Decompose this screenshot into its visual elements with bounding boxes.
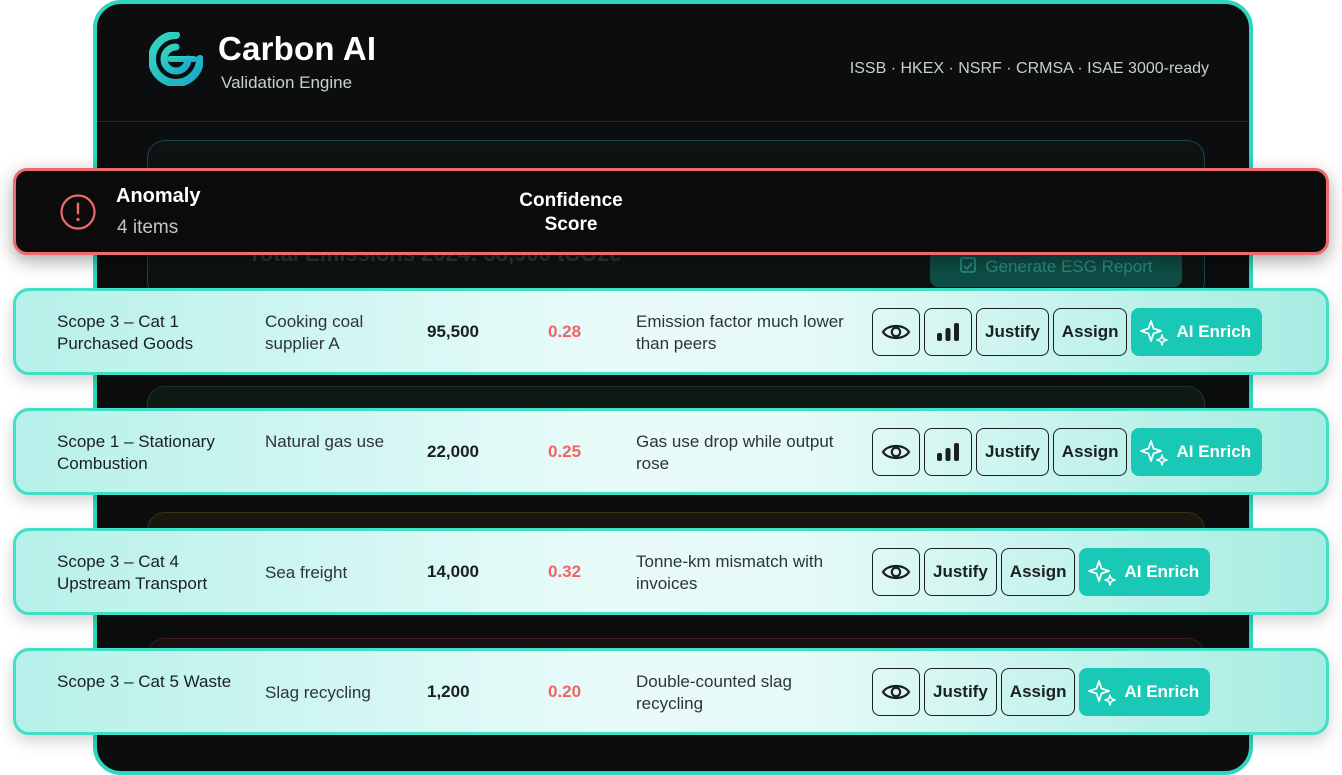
- chart-button[interactable]: [924, 308, 972, 356]
- reason-cell: Emission factor much lower than peers: [636, 312, 844, 353]
- view-button[interactable]: [872, 428, 920, 476]
- reason-cell: Double-counted slag recycling: [636, 672, 792, 713]
- view-button[interactable]: [872, 548, 920, 596]
- scope-cell: Scope 3 – Cat 4 Upstream Transport: [57, 552, 208, 593]
- description-cell: Sea freight: [265, 563, 348, 582]
- confidence-score-cell: 0.32: [548, 562, 582, 581]
- chart-button[interactable]: [924, 428, 972, 476]
- reason-cell: Gas use drop while output rose: [636, 432, 834, 473]
- value-cell: 95,500: [427, 322, 479, 341]
- app-title: Carbon AI: [218, 30, 377, 67]
- anomaly-count: 4 items: [117, 217, 179, 238]
- value-cell: 14,000: [427, 562, 479, 581]
- ai-enrich-button[interactable]: AI Enrich: [1131, 428, 1263, 476]
- assign-button[interactable]: Assign: [1052, 308, 1128, 356]
- description-cell: Cooking coal supplier A: [265, 312, 364, 353]
- eye-icon: [881, 684, 911, 700]
- assign-button[interactable]: Assign: [1052, 428, 1128, 476]
- anomaly-row: Scope 1 – Stationary Combustion Natural …: [13, 408, 1329, 495]
- justify-button[interactable]: Justify: [924, 548, 997, 596]
- ai-enrich-label: AI Enrich: [1124, 562, 1200, 581]
- ai-enrich-label: AI Enrich: [1124, 682, 1200, 701]
- carbon-ai-logo: [149, 32, 203, 86]
- app-header: Carbon AI Validation Engine ISSB · HKEX …: [97, 4, 1249, 122]
- row-actions: Justify Assign AI Enrich: [872, 308, 1263, 356]
- eye-icon: [881, 564, 911, 580]
- bar-chart-icon: [937, 443, 959, 461]
- assign-button[interactable]: Assign: [1000, 548, 1076, 596]
- anomaly-row: Scope 3 – Cat 1 Purchased Goods Cooking …: [13, 288, 1329, 375]
- ai-enrich-label: AI Enrich: [1176, 442, 1252, 461]
- sparkle-icon: [1140, 440, 1169, 466]
- generate-report-label: Generate ESG Report: [985, 257, 1153, 276]
- anomaly-row: Scope 3 – Cat 4 Upstream Transport Sea f…: [13, 528, 1329, 615]
- confidence-score-cell: 0.20: [548, 682, 582, 701]
- row-actions: Justify Assign AI Enrich: [872, 428, 1263, 476]
- value-cell: 1,200: [427, 682, 470, 701]
- view-button[interactable]: [872, 308, 920, 356]
- assign-button[interactable]: Assign: [1000, 668, 1076, 716]
- scope-cell: Scope 1 – Stationary Combustion: [57, 432, 215, 473]
- alert-circle-icon: [60, 194, 96, 230]
- confidence-score-cell: 0.28: [548, 322, 582, 341]
- description-cell: Natural gas use: [265, 432, 385, 451]
- justify-button[interactable]: Justify: [976, 308, 1049, 356]
- app-subtitle: Validation Engine: [221, 73, 353, 92]
- row-actions: Justify Assign AI Enrich: [872, 548, 1211, 596]
- scope-cell: Scope 3 – Cat 5 Waste: [57, 672, 232, 691]
- report-icon: [959, 256, 977, 279]
- eye-icon: [881, 444, 911, 460]
- justify-button[interactable]: Justify: [976, 428, 1049, 476]
- anomaly-row: Scope 3 – Cat 5 Waste Slag recycling 1,2…: [13, 648, 1329, 735]
- scope-cell: Scope 3 – Cat 1 Purchased Goods: [57, 312, 194, 353]
- description-cell: Slag recycling: [265, 683, 371, 702]
- row-actions: Justify Assign AI Enrich: [872, 668, 1211, 716]
- view-button[interactable]: [872, 668, 920, 716]
- anomaly-label: Anomaly: [116, 185, 201, 207]
- ai-enrich-button[interactable]: AI Enrich: [1079, 548, 1211, 596]
- standards-list: ISSB · HKEX · NSRF · CRMSA · ISAE 3000-r…: [849, 60, 1209, 77]
- ai-enrich-button[interactable]: AI Enrich: [1131, 308, 1263, 356]
- anomaly-header: Anomaly 4 items Confidence Score: [13, 168, 1329, 255]
- eye-icon: [881, 324, 911, 340]
- sparkle-icon: [1088, 560, 1117, 586]
- confidence-score-header: Confidence Score: [519, 190, 623, 235]
- sparkle-icon: [1088, 680, 1117, 706]
- confidence-score-cell: 0.25: [548, 442, 582, 461]
- ai-enrich-label: AI Enrich: [1176, 322, 1252, 341]
- reason-cell: Tonne-km mismatch with invoices: [636, 552, 824, 593]
- ai-enrich-button[interactable]: AI Enrich: [1079, 668, 1211, 716]
- sparkle-icon: [1140, 320, 1169, 346]
- bar-chart-icon: [937, 323, 959, 341]
- value-cell: 22,000: [427, 442, 479, 461]
- justify-button[interactable]: Justify: [924, 668, 997, 716]
